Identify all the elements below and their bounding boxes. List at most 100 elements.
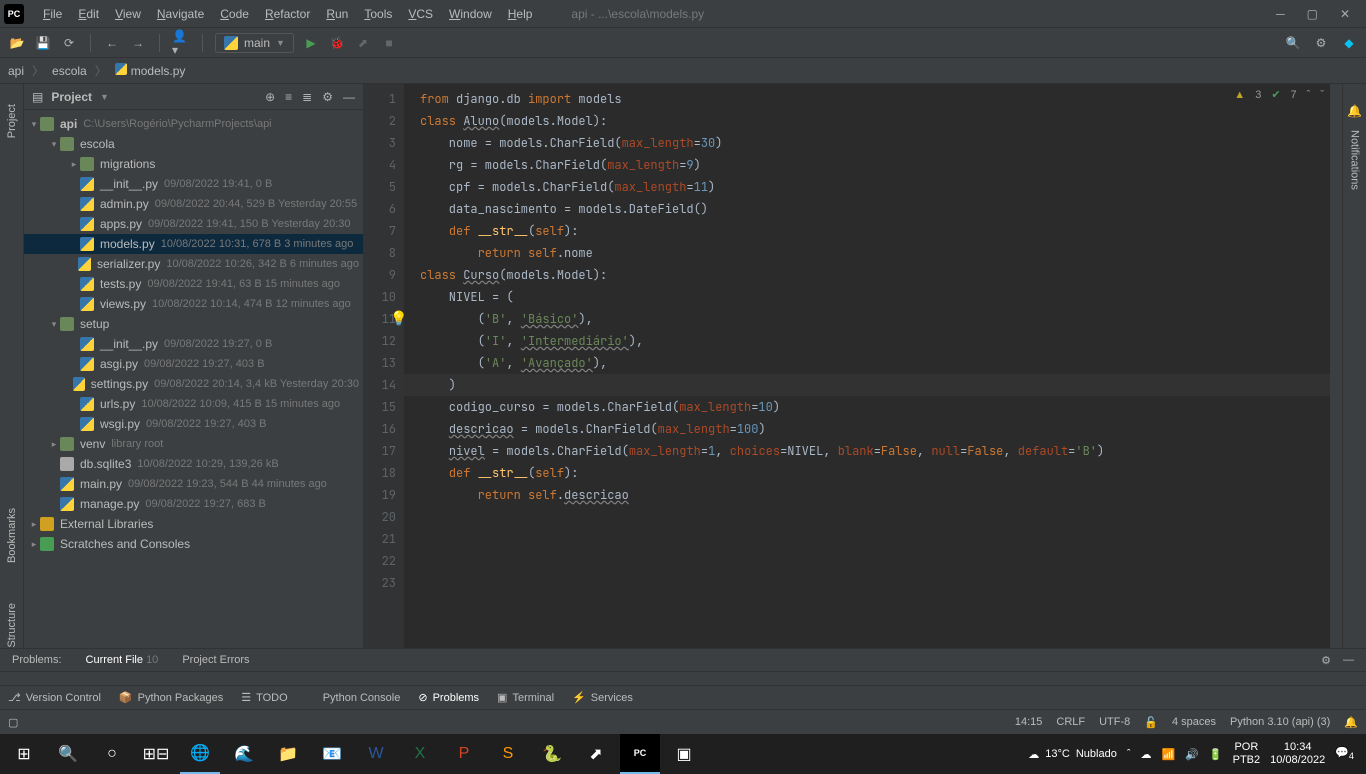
tree-row[interactable]: views.py10/08/2022 10:14, 474 B 12 minut… <box>24 294 363 314</box>
onedrive-icon[interactable]: ☁ <box>1141 748 1152 761</box>
tree-row[interactable]: models.py10/08/2022 10:31, 678 B 3 minut… <box>24 234 363 254</box>
breadcrumb-file[interactable]: models.py <box>115 63 186 78</box>
tree-row[interactable]: main.py09/08/2022 19:23, 544 B 44 minute… <box>24 474 363 494</box>
python-packages-tool-button[interactable]: 📦Python Packages <box>119 691 223 704</box>
tree-row[interactable]: ▸migrations <box>24 154 363 174</box>
tree-row[interactable]: ▾escola <box>24 134 363 154</box>
project-tree[interactable]: ▾apiC:\Users\Rogério\PycharmProjects\api… <box>24 110 363 648</box>
search-icon[interactable]: 🔍 <box>48 734 88 774</box>
back-icon[interactable]: ← <box>103 34 121 52</box>
file-encoding[interactable]: UTF-8 <box>1099 716 1130 728</box>
tray-chevron-icon[interactable]: ˆ <box>1127 748 1131 760</box>
status-widget-icon[interactable]: ▢ <box>8 716 18 729</box>
task-view-icon[interactable]: ⊞⊟ <box>136 734 176 774</box>
problems-tab-current-file[interactable]: Current File 10 <box>86 654 159 666</box>
run-config-selector[interactable]: main ▼ <box>215 33 294 53</box>
services-tool-button[interactable]: ⚡Services <box>572 691 633 704</box>
bookmarks-tool-button[interactable]: Bookmarks <box>6 508 18 563</box>
start-button[interactable]: ⊞ <box>4 734 44 774</box>
editor-code-area[interactable]: from django.db import modelsclass Aluno(… <box>404 84 1330 648</box>
project-tool-button[interactable]: Project <box>6 104 18 138</box>
tree-row[interactable]: urls.py10/08/2022 10:09, 415 B 15 minute… <box>24 394 363 414</box>
clock[interactable]: 10:3410/08/2022 <box>1270 741 1325 767</box>
settings-icon[interactable]: ⚙ <box>1312 34 1330 52</box>
indent-settings[interactable]: 4 spaces <box>1172 716 1216 728</box>
volume-icon[interactable]: 🔊 <box>1185 748 1199 761</box>
menu-view[interactable]: View <box>108 5 148 23</box>
tree-row[interactable]: db.sqlite310/08/2022 10:29, 139,26 kB <box>24 454 363 474</box>
debug-icon[interactable]: 🐞 <box>328 34 346 52</box>
tree-row[interactable]: __init__.py09/08/2022 19:41, 0 B <box>24 174 363 194</box>
wifi-icon[interactable]: 📶 <box>1162 748 1176 761</box>
tree-row[interactable]: ▾setup <box>24 314 363 334</box>
language-indicator[interactable]: PORPTB2 <box>1233 741 1261 767</box>
chevron-down-icon[interactable]: ▼ <box>100 92 109 102</box>
powerpoint-icon[interactable]: P <box>444 734 484 774</box>
hide-icon[interactable]: — <box>343 90 355 104</box>
tree-row[interactable]: __init__.py09/08/2022 19:27, 0 B <box>24 334 363 354</box>
tree-row[interactable]: ▸Scratches and Consoles <box>24 534 363 554</box>
menu-help[interactable]: Help <box>501 5 540 23</box>
menu-edit[interactable]: Edit <box>71 5 106 23</box>
close-icon[interactable]: ✕ <box>1340 7 1350 21</box>
menu-run[interactable]: Run <box>319 5 355 23</box>
cortana-icon[interactable]: ○ <box>92 734 132 774</box>
menu-file[interactable]: File <box>36 5 69 23</box>
open-icon[interactable]: 📂 <box>8 34 26 52</box>
outlook-icon[interactable]: 📧 <box>312 734 352 774</box>
run-icon[interactable]: ▶ <box>302 34 320 52</box>
notifications-tool-button[interactable]: Notifications <box>1349 130 1361 190</box>
collapse-icon[interactable]: ≣ <box>302 90 312 104</box>
menu-refactor[interactable]: Refactor <box>258 5 317 23</box>
terminal-tool-button[interactable]: ▣Terminal <box>497 691 554 704</box>
tree-row[interactable]: apps.py09/08/2022 19:41, 150 B Yesterday… <box>24 214 363 234</box>
menu-code[interactable]: Code <box>213 5 256 23</box>
tree-row[interactable]: ▸External Libraries <box>24 514 363 534</box>
tree-row[interactable]: manage.py09/08/2022 19:27, 683 B <box>24 494 363 514</box>
gear-icon[interactable]: ⚙ <box>1321 654 1331 667</box>
menu-navigate[interactable]: Navigate <box>150 5 211 23</box>
structure-tool-button[interactable]: Structure <box>6 603 18 648</box>
notifications-status-icon[interactable]: 🔔 <box>1344 716 1358 729</box>
tree-row[interactable]: tests.py09/08/2022 19:41, 63 B 15 minute… <box>24 274 363 294</box>
tree-row[interactable]: admin.py09/08/2022 20:44, 529 B Yesterda… <box>24 194 363 214</box>
battery-icon[interactable]: 🔋 <box>1209 748 1223 761</box>
maximize-icon[interactable]: ▢ <box>1307 7 1318 21</box>
locate-icon[interactable]: ⊕ <box>265 90 275 104</box>
intention-bulb-icon[interactable]: 💡 <box>390 308 407 330</box>
python-console-tool-button[interactable]: Python Console <box>306 692 401 704</box>
bell-icon[interactable]: 🔔 <box>1347 104 1362 118</box>
coverage-icon[interactable]: ⬈ <box>354 34 372 52</box>
stop-icon[interactable]: ■ <box>380 34 398 52</box>
toolbox-icon[interactable]: ◆ <box>1340 34 1358 52</box>
action-center-icon[interactable]: 💬4 <box>1335 746 1354 761</box>
tree-row[interactable]: ▸venvlibrary root <box>24 434 363 454</box>
tree-row[interactable]: serializer.py10/08/2022 10:26, 342 B 6 m… <box>24 254 363 274</box>
app-icon[interactable]: ⬈ <box>576 734 616 774</box>
menu-tools[interactable]: Tools <box>357 5 399 23</box>
chrome-icon[interactable]: 🌐 <box>180 734 220 774</box>
weather-widget[interactable]: ☁ 13°C Nublado <box>1028 748 1117 761</box>
tree-row[interactable]: ▾apiC:\Users\Rogério\PycharmProjects\api <box>24 114 363 134</box>
tree-row[interactable]: asgi.py09/08/2022 19:27, 403 B <box>24 354 363 374</box>
todo-tool-button[interactable]: ☰TODO <box>241 691 287 704</box>
python-taskbar-icon[interactable]: 🐍 <box>532 734 572 774</box>
tree-row[interactable]: settings.py09/08/2022 20:14, 3,4 kB Yest… <box>24 374 363 394</box>
expand-icon[interactable]: ≡ <box>285 90 292 104</box>
word-icon[interactable]: W <box>356 734 396 774</box>
excel-icon[interactable]: X <box>400 734 440 774</box>
forward-icon[interactable]: → <box>129 34 147 52</box>
readonly-icon[interactable]: 🔓 <box>1144 716 1158 729</box>
menu-vcs[interactable]: VCS <box>401 5 440 23</box>
menu-window[interactable]: Window <box>442 5 499 23</box>
user-icon[interactable]: 👤▾ <box>172 34 190 52</box>
version-control-tool-button[interactable]: ⎇Version Control <box>8 691 101 704</box>
breadcrumb-folder[interactable]: escola <box>52 64 87 78</box>
reload-icon[interactable]: ⟳ <box>60 34 78 52</box>
cursor-position[interactable]: 14:15 <box>1015 716 1043 728</box>
breadcrumb-root[interactable]: api <box>8 64 24 78</box>
hide-icon[interactable]: — <box>1343 654 1354 667</box>
minimize-icon[interactable]: ─ <box>1276 7 1285 21</box>
search-icon[interactable]: 🔍 <box>1284 34 1302 52</box>
cmd-icon[interactable]: ▣ <box>664 734 704 774</box>
